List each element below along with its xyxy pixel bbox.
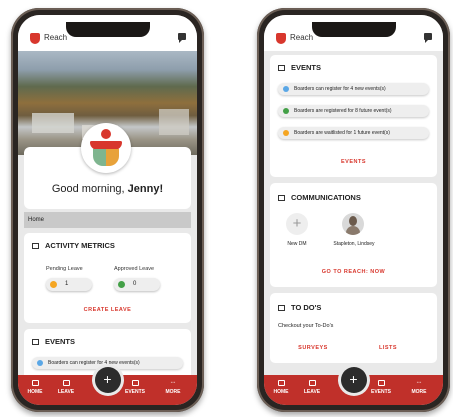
approved-dot-icon [118, 281, 125, 288]
todos-title: TO DO'S [278, 303, 321, 312]
hero-building [159, 109, 189, 135]
nav-events-label: EVENTS [124, 389, 145, 395]
phone-home-screen: Reach Good morning, Jenny! Home ACTIVITY… [11, 8, 204, 412]
nav-more[interactable]: ⋯ MORE [158, 380, 188, 395]
nav-more-label: MORE [165, 389, 181, 395]
chat-icon[interactable] [424, 33, 432, 43]
activity-metrics-label: ACTIVITY METRICS [45, 241, 115, 250]
event-item-text: Boarders can register for 4 new events(s… [294, 86, 386, 92]
greeting: Good morning, Jenny! [18, 183, 197, 195]
todos-label: TO DO'S [291, 303, 322, 312]
new-dm-label: New DM [287, 241, 307, 247]
pending-leave-pill[interactable]: 1 [46, 278, 92, 291]
notch [65, 22, 150, 37]
pending-leave-label: Pending Leave [46, 266, 83, 272]
event-item[interactable]: Boarders are registered for 8 future eve… [278, 105, 429, 117]
events-icon [377, 380, 385, 386]
approved-leave-label: Approved Leave [114, 266, 155, 272]
nav-home-label: HOME [273, 389, 289, 395]
event-item[interactable]: Boarders are waitlisted for 1 future eve… [278, 127, 429, 139]
event-item-text: Boarders are waitlisted for 1 future eve… [294, 130, 390, 136]
notch [311, 22, 396, 37]
nav-more-label: MORE [411, 389, 427, 395]
avatar-head [349, 216, 357, 226]
add-fab-button[interactable]: + [340, 367, 367, 393]
screen: Reach Good morning, Jenny! Home ACTIVITY… [18, 15, 197, 405]
checklist-icon [278, 305, 285, 311]
metrics-icon [32, 243, 39, 249]
communications-label: COMMUNICATIONS [291, 193, 361, 202]
nav-home-label: HOME [27, 389, 43, 395]
events-icon [131, 380, 139, 386]
events-label: EVENTS [45, 337, 76, 346]
events-title: EVENTS [32, 337, 75, 346]
approved-leave-value: 0 [133, 281, 137, 287]
nav-leave-label: LEAVE [303, 389, 321, 395]
avatar-body [346, 226, 360, 235]
reach-logo-icon [276, 33, 286, 44]
reach-logo-icon [30, 33, 40, 44]
greeting-prefix: Good morning, [51, 183, 128, 195]
nav-more[interactable]: ⋯ MORE [404, 380, 434, 395]
leave-icon [62, 380, 70, 386]
breadcrumb[interactable]: Home [24, 212, 191, 228]
chat-icon[interactable] [178, 33, 186, 43]
phone-dashboard-screen: Reach EVENTS Boarders can register for 4… [257, 8, 450, 412]
school-logo [81, 123, 131, 173]
todos-subtitle: Checkout your To-Do's [278, 323, 334, 329]
more-icon: ⋯ [170, 380, 176, 386]
approved-leave-pill[interactable]: 0 [114, 278, 160, 291]
events-link-button[interactable]: EVENTS [270, 159, 437, 165]
pending-dot-icon [50, 281, 57, 288]
event-item[interactable]: Boarders can register for 4 new events(s… [278, 83, 429, 95]
event-item-text: Boarders are registered for 8 future eve… [294, 108, 392, 114]
lists-button[interactable]: LISTS [368, 345, 408, 351]
contact-avatar[interactable] [342, 213, 364, 235]
nav-leave[interactable]: LEAVE [297, 380, 327, 395]
events-card: EVENTS Boarders can register for 4 new e… [270, 55, 437, 177]
home-icon [31, 380, 39, 386]
activity-metrics-card: ACTIVITY METRICS Pending Leave Approved … [24, 233, 191, 323]
nav-events[interactable]: EVENTS [366, 380, 396, 395]
nav-events[interactable]: EVENTS [120, 380, 150, 395]
pending-leave-value: 1 [65, 281, 69, 287]
nav-leave[interactable]: LEAVE [51, 380, 81, 395]
message-icon [278, 195, 285, 201]
greeting-name: Jenny! [127, 183, 164, 195]
event-item-text: Boarders can register for 4 new events(s… [48, 360, 140, 366]
event-dot-icon [283, 108, 289, 114]
app-name: Reach [290, 33, 314, 42]
calendar-icon [278, 65, 285, 71]
events-label: EVENTS [291, 63, 322, 72]
nav-home[interactable]: HOME [266, 380, 296, 395]
leave-icon [308, 380, 316, 386]
app-name: Reach [44, 33, 68, 42]
event-dot-icon [37, 360, 43, 366]
events-title: EVENTS [278, 63, 321, 72]
event-dot-icon [283, 86, 289, 92]
logo-left-leaf [93, 149, 106, 166]
calendar-icon [32, 339, 39, 345]
contact-name: Stapleton, Lindsey [333, 241, 375, 247]
nav-leave-label: LEAVE [57, 389, 75, 395]
activity-metrics-title: ACTIVITY METRICS [32, 241, 115, 250]
create-leave-button[interactable]: CREATE LEAVE [24, 307, 191, 313]
hero-building [32, 113, 74, 133]
home-icon [277, 380, 285, 386]
nav-home[interactable]: HOME [20, 380, 50, 395]
event-dot-icon [283, 130, 289, 136]
surveys-button[interactable]: SURVEYS [288, 345, 338, 351]
logo-right-leaf [106, 149, 119, 166]
logo-head [101, 129, 111, 139]
nav-events-label: EVENTS [370, 389, 391, 395]
communications-card: COMMUNICATIONS + New DM Stapleton, Linds… [270, 183, 437, 287]
go-to-reach-now-button[interactable]: GO TO REACH: NOW [270, 269, 437, 275]
new-dm-button[interactable]: + [286, 213, 308, 235]
screen: Reach EVENTS Boarders can register for 4… [264, 15, 443, 405]
communications-title: COMMUNICATIONS [278, 193, 361, 202]
more-icon: ⋯ [416, 380, 422, 386]
todos-card: TO DO'S Checkout your To-Do's SURVEYS LI… [270, 293, 437, 363]
add-fab-button[interactable]: + [94, 367, 121, 393]
